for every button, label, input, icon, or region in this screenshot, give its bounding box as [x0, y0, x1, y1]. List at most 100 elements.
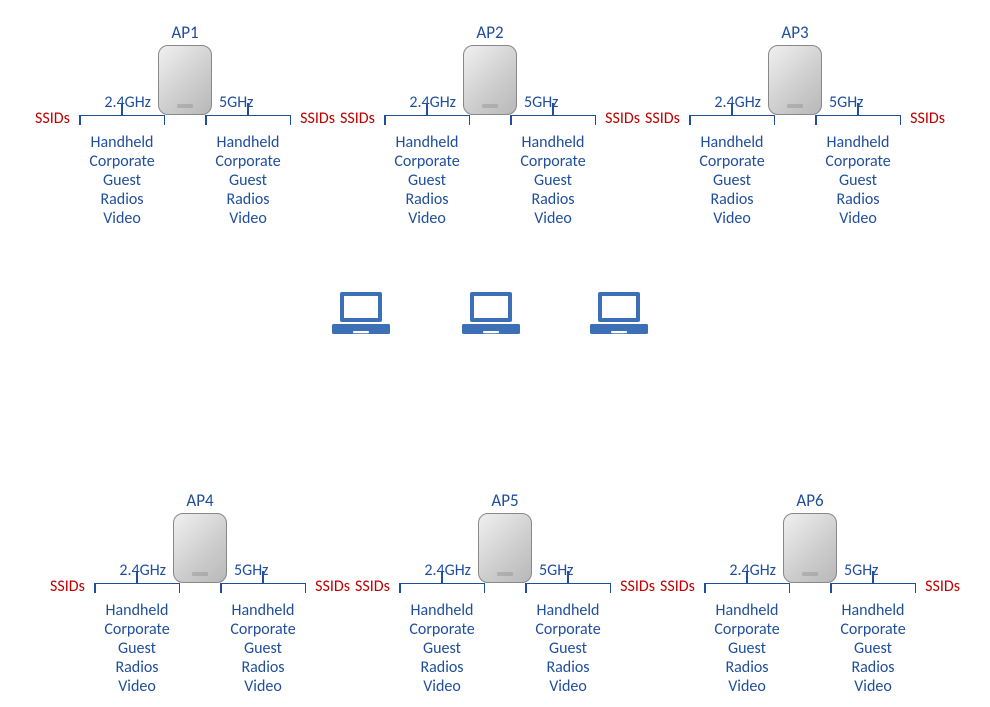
ssid-item: Guest	[82, 639, 192, 658]
ssids-label-left: SSIDs	[35, 109, 70, 128]
laptop3-icon	[588, 290, 650, 338]
ap-body: 2.4GHz 5GHz SSIDs SSIDs HandheldCorporat…	[35, 45, 335, 120]
ssid-item: Guest	[818, 639, 928, 658]
ssids-label-right: SSIDs	[605, 109, 640, 128]
ssid-item: Corporate	[677, 152, 787, 171]
bracket-left-icon	[79, 115, 165, 130]
ap-body: 2.4GHz 5GHz SSIDs SSIDs HandheldCorporat…	[50, 513, 350, 588]
ssid-item: Corporate	[193, 152, 303, 171]
ssid-item: Radios	[677, 190, 787, 209]
ap-body: 2.4GHz 5GHz SSIDs SSIDs HandheldCorporat…	[340, 45, 640, 120]
band-24-label: 2.4GHz	[729, 561, 776, 580]
ssid-item: Handheld	[692, 601, 802, 620]
ssid-item: Corporate	[498, 152, 608, 171]
ssid-item: Video	[372, 209, 482, 228]
ssids-label-left: SSIDs	[50, 577, 85, 596]
ssid-item: Radios	[387, 658, 497, 677]
ssids-label-right: SSIDs	[315, 577, 350, 596]
ap-title: AP2	[340, 22, 640, 43]
bracket-right-icon	[510, 115, 596, 130]
ssid-item: Guest	[372, 171, 482, 190]
ssid-item: Handheld	[372, 133, 482, 152]
ssid-item: Corporate	[818, 620, 928, 639]
band-24-label: 2.4GHz	[119, 561, 166, 580]
ssid-item: Guest	[498, 171, 608, 190]
ssid-list-left: HandheldCorporateGuestRadiosVideo	[387, 601, 497, 696]
ssids-label-right: SSIDs	[620, 577, 655, 596]
ssid-item: Radios	[193, 190, 303, 209]
band-24-label: 2.4GHz	[714, 93, 761, 112]
access-point-ap5: AP5 2.4GHz 5GHz SSIDs SSIDs HandheldCorp…	[355, 490, 655, 588]
ap-device-icon	[463, 45, 517, 115]
bracket-left-icon	[704, 583, 790, 598]
ssid-list-right: HandheldCorporateGuestRadiosVideo	[193, 133, 303, 228]
ssid-item: Corporate	[803, 152, 913, 171]
ssids-label-left: SSIDs	[355, 577, 390, 596]
ssids-label-left: SSIDs	[645, 109, 680, 128]
ssids-label-left: SSIDs	[660, 577, 695, 596]
ssid-item: Corporate	[692, 620, 802, 639]
ssid-item: Handheld	[498, 133, 608, 152]
ssid-item: Guest	[67, 171, 177, 190]
ap-device-icon	[478, 513, 532, 583]
band-24-label: 2.4GHz	[104, 93, 151, 112]
ap-title: AP1	[35, 22, 335, 43]
ssid-item: Radios	[818, 658, 928, 677]
ssid-item: Radios	[692, 658, 802, 677]
ssid-list-right: HandheldCorporateGuestRadiosVideo	[803, 133, 913, 228]
bracket-right-icon	[830, 583, 916, 598]
ssid-item: Handheld	[67, 133, 177, 152]
ssid-item: Corporate	[513, 620, 623, 639]
ssid-item: Corporate	[67, 152, 177, 171]
ssid-item: Radios	[498, 190, 608, 209]
ssid-item: Corporate	[208, 620, 318, 639]
ap-device-icon	[783, 513, 837, 583]
ssid-item: Guest	[692, 639, 802, 658]
ssid-list-left: HandheldCorporateGuestRadiosVideo	[82, 601, 192, 696]
ssid-item: Corporate	[82, 620, 192, 639]
ssid-item: Handheld	[208, 601, 318, 620]
ssid-item: Radios	[513, 658, 623, 677]
ssid-item: Guest	[208, 639, 318, 658]
laptop2-icon	[460, 290, 522, 338]
access-point-ap2: AP2 2.4GHz 5GHz SSIDs SSIDs HandheldCorp…	[340, 22, 640, 120]
ssid-item: Guest	[513, 639, 623, 658]
ap-body: 2.4GHz 5GHz SSIDs SSIDs HandheldCorporat…	[355, 513, 655, 588]
ssid-item: Handheld	[193, 133, 303, 152]
ssid-list-left: HandheldCorporateGuestRadiosVideo	[677, 133, 787, 228]
ssid-item: Handheld	[677, 133, 787, 152]
ssid-item: Video	[803, 209, 913, 228]
bracket-right-icon	[815, 115, 901, 130]
ap-body: 2.4GHz 5GHz SSIDs SSIDs HandheldCorporat…	[660, 513, 960, 588]
ssid-list-right: HandheldCorporateGuestRadiosVideo	[498, 133, 608, 228]
bracket-left-icon	[384, 115, 470, 130]
bracket-right-icon	[220, 583, 306, 598]
ssid-item: Guest	[387, 639, 497, 658]
ssid-item: Video	[67, 209, 177, 228]
ssid-item: Video	[82, 677, 192, 696]
ap-device-icon	[768, 45, 822, 115]
ssid-list-right: HandheldCorporateGuestRadiosVideo	[208, 601, 318, 696]
ap-title: AP6	[660, 490, 960, 511]
band-24-label: 2.4GHz	[409, 93, 456, 112]
ap-title: AP4	[50, 490, 350, 511]
ssid-item: Handheld	[513, 601, 623, 620]
bracket-right-icon	[205, 115, 291, 130]
access-point-ap4: AP4 2.4GHz 5GHz SSIDs SSIDs HandheldCorp…	[50, 490, 350, 588]
ssid-list-right: HandheldCorporateGuestRadiosVideo	[513, 601, 623, 696]
ssid-item: Radios	[803, 190, 913, 209]
ssid-item: Video	[208, 677, 318, 696]
ssid-item: Video	[193, 209, 303, 228]
ap-title: AP5	[355, 490, 655, 511]
access-point-ap3: AP3 2.4GHz 5GHz SSIDs SSIDs HandheldCorp…	[645, 22, 945, 120]
ssids-label-right: SSIDs	[300, 109, 335, 128]
ssid-item: Radios	[82, 658, 192, 677]
ssid-item: Radios	[372, 190, 482, 209]
bracket-left-icon	[94, 583, 180, 598]
ssid-item: Radios	[208, 658, 318, 677]
ssid-list-left: HandheldCorporateGuestRadiosVideo	[67, 133, 177, 228]
ssid-item: Video	[692, 677, 802, 696]
ssid-list-left: HandheldCorporateGuestRadiosVideo	[692, 601, 802, 696]
laptop1-icon	[330, 290, 392, 338]
ssid-item: Video	[818, 677, 928, 696]
